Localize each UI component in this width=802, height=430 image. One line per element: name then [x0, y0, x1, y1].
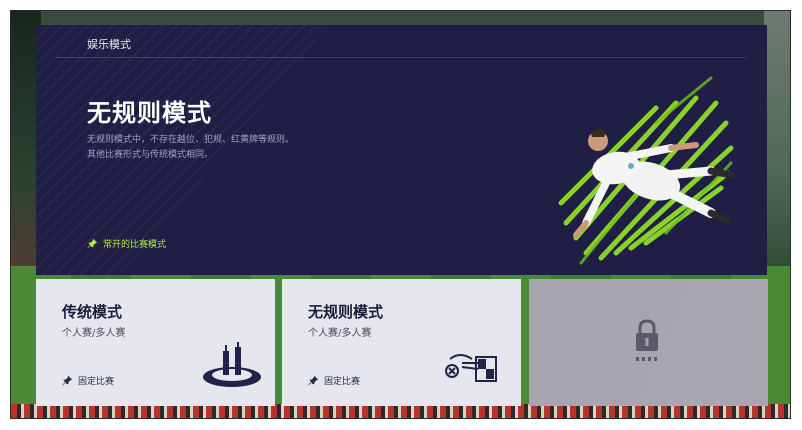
player-artwork	[558, 76, 735, 265]
featured-mode-title: 无规则模式	[87, 99, 212, 127]
crowd-background	[11, 404, 790, 418]
fixed-match-label: 固定比赛	[324, 377, 361, 387]
fixed-match-tag: 固定比赛	[308, 374, 360, 387]
mode-card-locked	[529, 279, 768, 406]
mode-card-title: 传统模式	[62, 303, 123, 321]
featured-mode-banner[interactable]: 娱乐模式 无规则模式 无规则模式中，不存在越位、犯规、红黄牌等规则。 其他比赛形…	[36, 25, 767, 275]
featured-mode-description: 无规则模式中，不存在越位、犯规、红黄牌等规则。 其他比赛形式与传统模式相同。	[87, 133, 347, 163]
mode-card-subtitle: 个人赛/多人赛	[62, 328, 126, 339]
mode-card-no-rules[interactable]: 无规则模式 个人赛/多人赛 固定比赛	[282, 279, 521, 406]
always-open-tag: 常开的比赛模式	[87, 237, 166, 250]
mode-card-subtitle: 个人赛/多人赛	[308, 328, 372, 339]
pin-icon	[308, 375, 319, 386]
fixed-match-tag: 固定比赛	[62, 374, 114, 387]
description-line: 其他比赛形式与传统模式相同。	[87, 150, 214, 160]
header-divider	[56, 57, 747, 58]
no-rules-card-icon	[445, 354, 497, 382]
mode-card-classic[interactable]: 传统模式 个人赛/多人赛 固定比赛	[36, 279, 275, 406]
fixed-match-label: 固定比赛	[78, 377, 115, 387]
pin-icon	[62, 375, 73, 386]
trophy-stand-icon	[203, 342, 261, 387]
section-title: 娱乐模式	[87, 38, 131, 51]
pin-icon	[87, 238, 98, 249]
always-open-label: 常开的比赛模式	[103, 240, 167, 250]
lock-icon	[636, 319, 658, 361]
description-line: 无规则模式中，不存在越位、犯规、红黄牌等规则。	[87, 135, 295, 145]
screen-frame: 娱乐模式 无规则模式 无规则模式中，不存在越位、犯规、红黄牌等规则。 其他比赛形…	[10, 10, 791, 419]
mode-card-title: 无规则模式	[308, 303, 384, 321]
